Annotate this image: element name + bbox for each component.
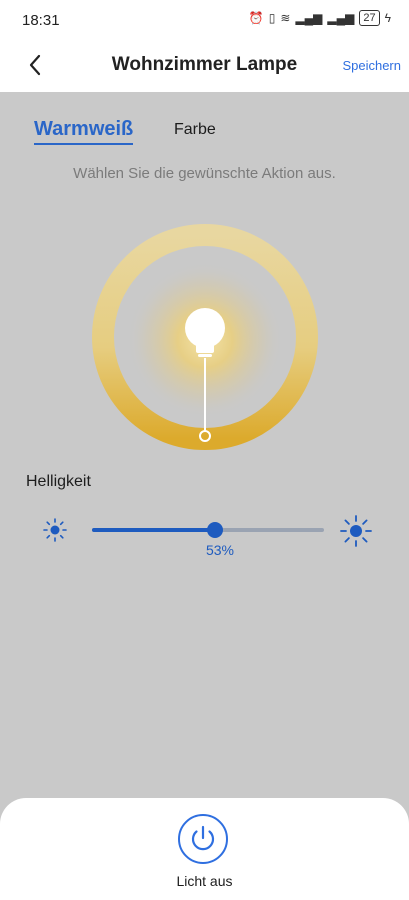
brightness-value: 53% (205, 542, 235, 558)
status-bar: 18:31 ⏰ ▯ ≋ ▂▄▆ ▂▄▆ 27 ϟ (0, 0, 409, 40)
wifi-icon: ≋ (280, 11, 291, 25)
brightness-label: Helligkeit (26, 473, 91, 490)
instruction-text: Wählen Sie die gewünschte Aktion aus. (73, 165, 336, 182)
signal-icon: ▂▄▆ (295, 11, 323, 25)
power-icon (191, 825, 215, 851)
light-off-button[interactable] (178, 814, 228, 864)
brightness-control: 53% (40, 510, 380, 558)
temperature-ring[interactable] (90, 222, 320, 452)
charging-icon: ϟ (384, 11, 391, 25)
status-time: 18:31 (22, 12, 60, 29)
vibrate-icon: ▯ (268, 11, 276, 25)
battery-indicator: 27 (359, 10, 380, 26)
light-off-label: Licht aus (176, 873, 233, 889)
brightness-fill (92, 528, 215, 532)
app-header: Wohnzimmer Lampe Speichern (0, 40, 409, 92)
sun-large-icon (340, 515, 372, 547)
color-temperature-wheel[interactable] (90, 222, 320, 452)
brightness-slider-handle[interactable] (206, 522, 223, 538)
signal-icon: ▂▄▆ (327, 11, 355, 25)
tab-farbe[interactable]: Farbe (174, 121, 216, 139)
brightness-slider[interactable] (92, 522, 324, 538)
save-button[interactable]: Speichern (342, 58, 401, 73)
alarm-icon: ⏰ (248, 11, 264, 25)
status-icons: ⏰ ▯ ≋ ▂▄▆ ▂▄▆ 27 ϟ (249, 10, 391, 26)
tab-warmweiss[interactable]: Warmweiß (34, 118, 134, 145)
sun-small-icon (43, 518, 67, 542)
bottom-action-panel: Licht aus (0, 798, 409, 900)
